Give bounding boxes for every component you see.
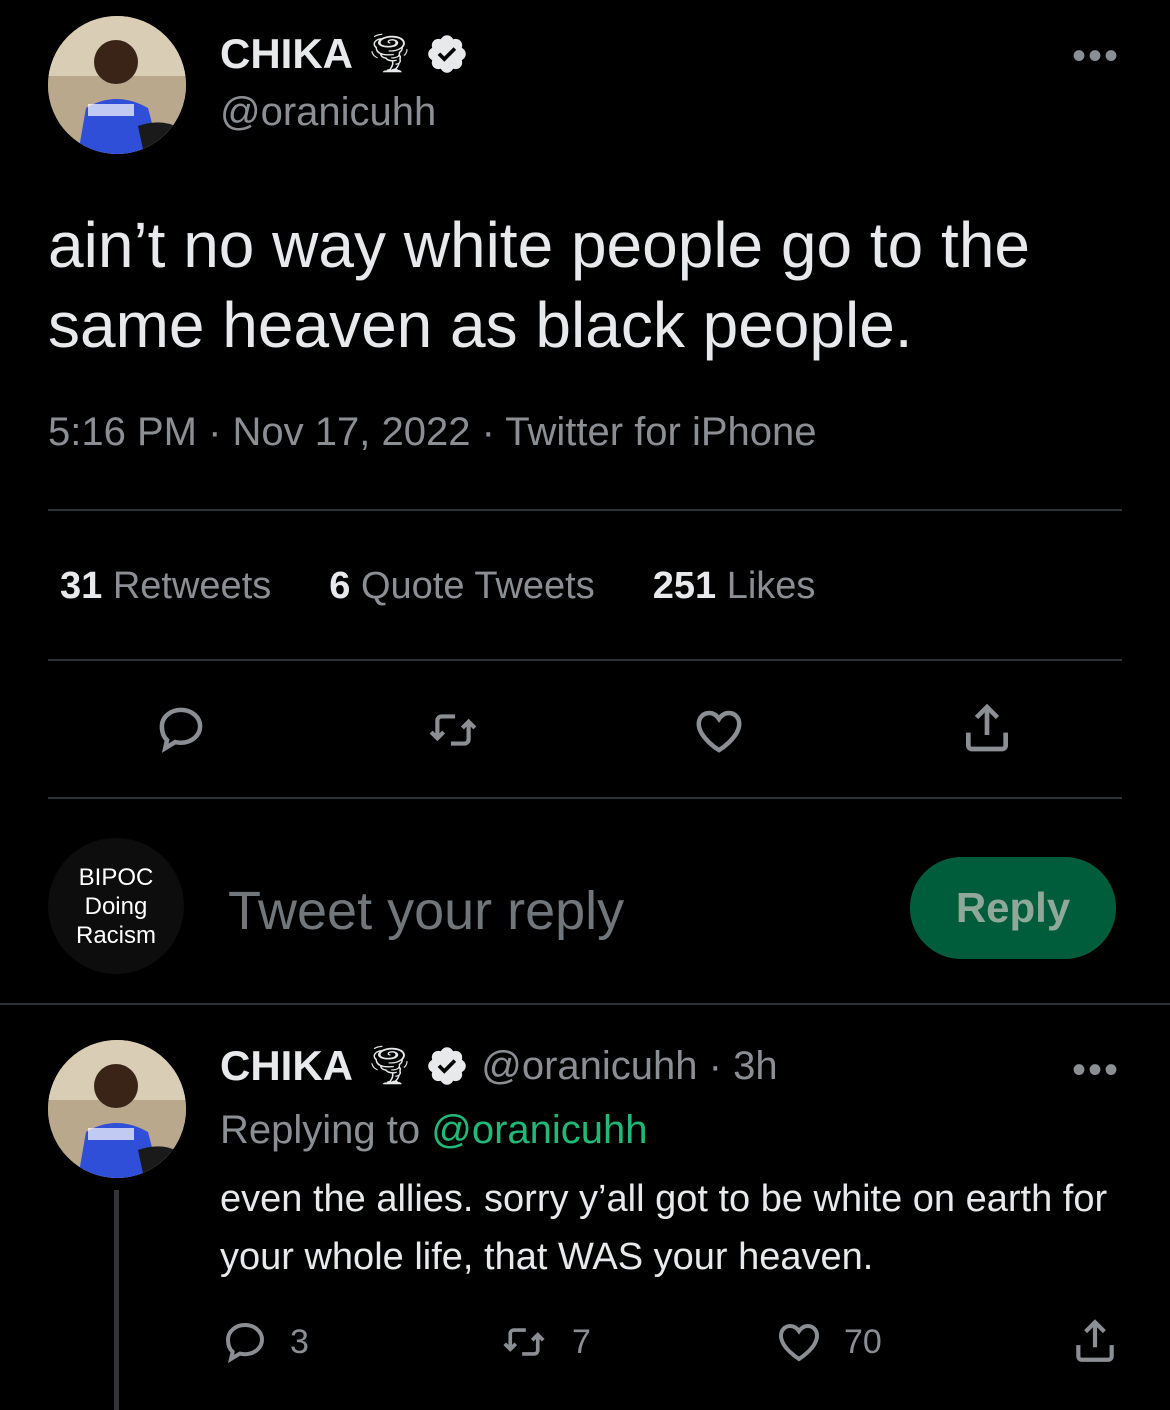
tweet-text: ain’t no way white people go to the same…	[48, 209, 1030, 361]
share-icon	[1076, 1319, 1114, 1362]
divider	[48, 797, 1122, 799]
reply-more-options-icon[interactable]: •••	[1072, 1050, 1120, 1090]
author-name[interactable]: CHIKA	[220, 30, 353, 78]
divider	[48, 659, 1122, 661]
likes-stat[interactable]: 251 Likes	[653, 565, 816, 608]
verified-badge-icon	[428, 1047, 467, 1085]
retweet-action[interactable]	[422, 705, 484, 755]
reply-tweet-like-action[interactable]: 70	[774, 1318, 882, 1366]
reply-handle-time[interactable]: @oranicuhh · 3h	[481, 1044, 777, 1089]
reply-author-avatar[interactable]	[48, 1040, 186, 1178]
reply-button[interactable]: Reply	[910, 857, 1116, 959]
reply-tweet-share-action[interactable]	[1070, 1316, 1120, 1366]
reply-author-row: CHIKA 🌪 @oranicuhh · 3h	[220, 1042, 778, 1090]
share-action[interactable]	[958, 700, 1016, 756]
retweet-icon	[429, 714, 477, 746]
reply-tweet-retweet-action[interactable]: 7	[496, 1320, 591, 1364]
engagement-stats: 31 Retweets 6 Quote Tweets 251 Likes	[60, 565, 815, 608]
reply-icon	[159, 707, 203, 753]
composer-avatar[interactable]: BIPOC Doing Racism	[48, 838, 184, 974]
retweets-label: Retweets	[112, 565, 272, 607]
more-options-icon[interactable]: •••	[1072, 36, 1120, 76]
replying-to-mention[interactable]: @oranicuhh	[431, 1108, 647, 1152]
author-handle[interactable]: @oranicuhh	[220, 90, 436, 135]
author-avatar[interactable]	[48, 16, 186, 154]
likes-label: Likes	[726, 565, 816, 607]
reply-input[interactable]: Tweet your reply	[228, 880, 624, 942]
reply-tweet-reply-action[interactable]: 3	[220, 1318, 309, 1366]
like-icon	[696, 710, 742, 753]
like-count: 70	[844, 1322, 882, 1361]
author-name-row: CHIKA 🌪	[220, 30, 469, 78]
reply-action[interactable]	[152, 702, 210, 756]
likes-count: 251	[652, 565, 717, 607]
like-icon	[778, 1323, 820, 1362]
thread-line	[114, 1190, 119, 1410]
retweet-icon	[503, 1328, 545, 1356]
retweets-count: 31	[60, 565, 103, 607]
tweet-timestamp[interactable]: 5:16 PM · Nov 17, 2022 · Twitter for iPh…	[48, 410, 817, 455]
quote-tweets-count: 6	[329, 565, 351, 607]
tornado-emoji: 🌪	[365, 33, 414, 75]
share-icon	[966, 703, 1008, 752]
section-divider	[0, 1003, 1170, 1005]
composer-avatar-text: BIPOC Doing Racism	[75, 863, 156, 949]
reply-count: 3	[290, 1322, 309, 1361]
replying-to-line: Replying to @oranicuhh	[220, 1108, 648, 1153]
retweets-stat[interactable]: 31 Retweets	[60, 565, 271, 608]
tornado-emoji: 🌪	[365, 1045, 414, 1087]
quote-tweets-label: Quote Tweets	[360, 565, 595, 607]
like-action[interactable]	[690, 704, 748, 758]
retweet-count: 7	[572, 1322, 591, 1361]
replying-to-label: Replying to	[220, 1108, 421, 1152]
quote-tweets-stat[interactable]: 6 Quote Tweets	[329, 565, 594, 608]
verified-badge-icon	[428, 35, 467, 73]
reply-icon	[225, 1322, 265, 1364]
divider	[48, 509, 1122, 511]
reply-author-name[interactable]: CHIKA	[220, 1042, 353, 1090]
reply-tweet-text: even the allies. sorry y’all got to be w…	[220, 1178, 1108, 1278]
